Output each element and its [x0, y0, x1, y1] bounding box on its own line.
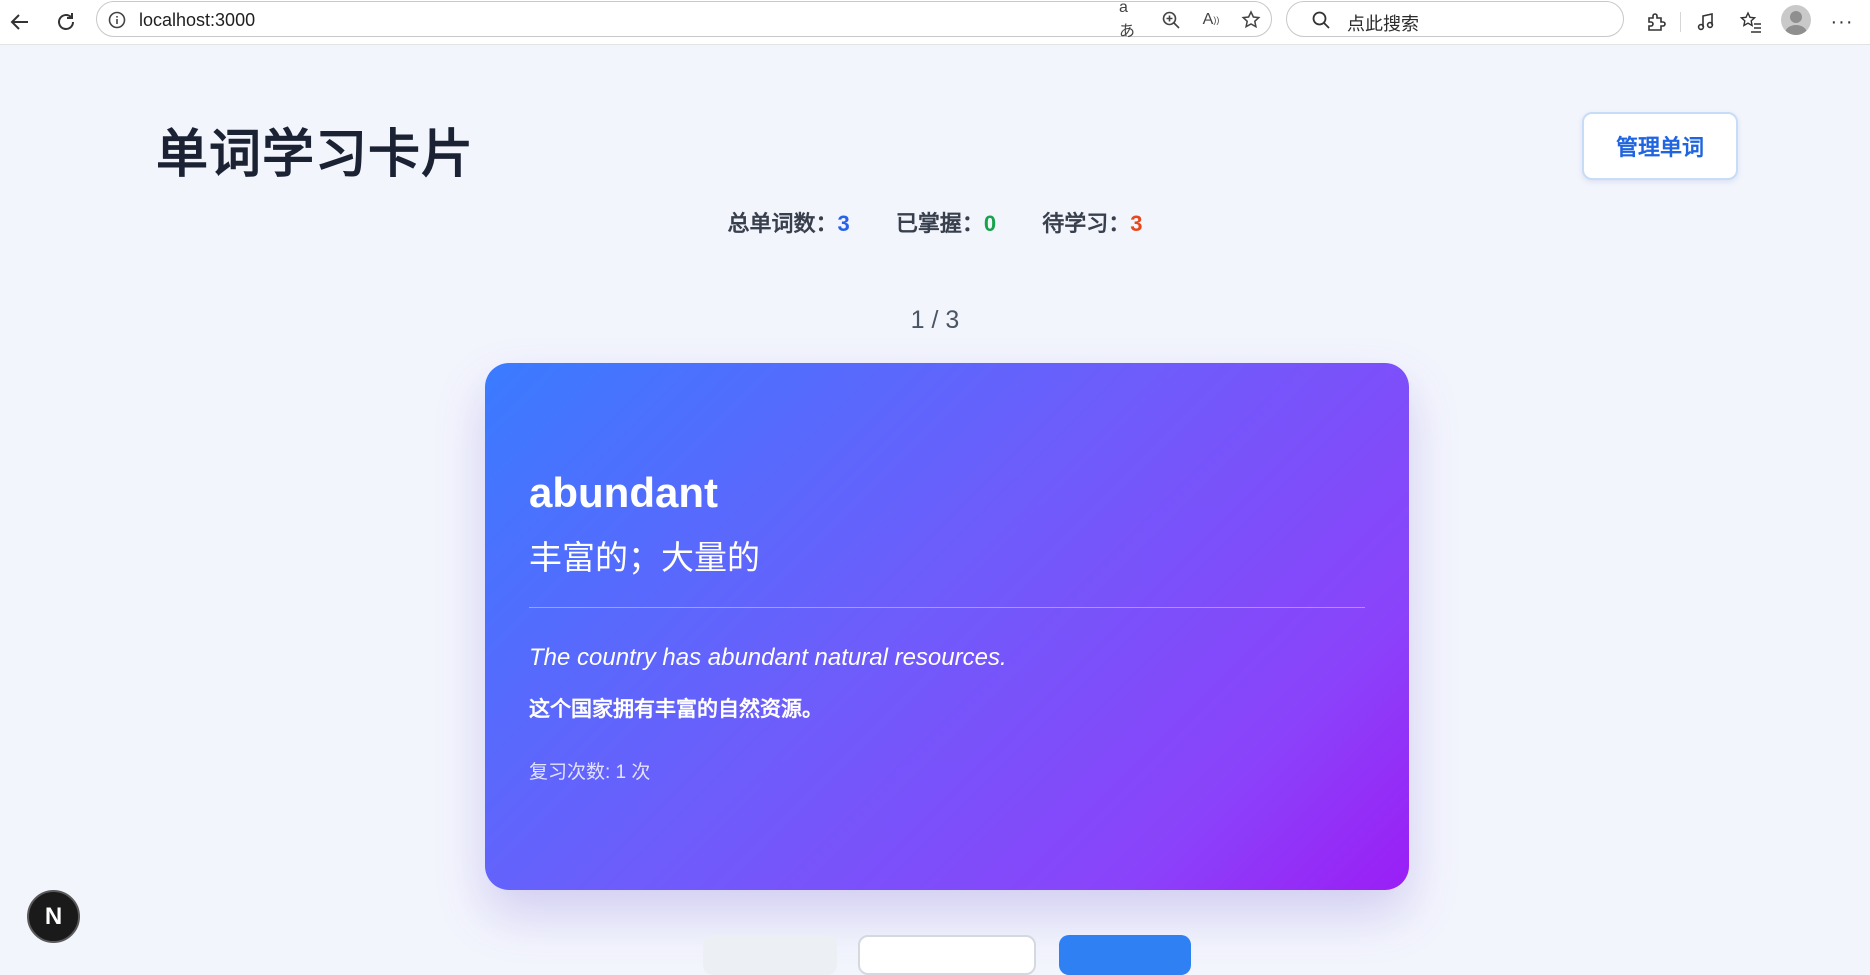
stats-bar: 总单词数：3 已掌握：0 待学习：3	[0, 206, 1870, 238]
translate-icon[interactable]: aあ	[1119, 0, 1143, 40]
zoom-icon[interactable]	[1159, 8, 1183, 32]
card-review-count: 复习次数: 1 次	[529, 762, 651, 783]
stat-total-label: 总单词数：	[727, 211, 838, 236]
manage-words-button[interactable]: 管理单词	[1582, 112, 1738, 180]
address-bar[interactable]: localhost:3000 aあ A))	[96, 0, 1272, 40]
card-word: abundant	[529, 469, 718, 516]
stat-total: 总单词数：3	[727, 206, 849, 238]
page-title: 单词学习卡片	[156, 126, 475, 184]
stat-mastered-label: 已掌握：	[895, 211, 984, 236]
back-button[interactable]	[4, 6, 36, 38]
back-arrow-icon	[10, 14, 28, 30]
music-note-icon	[1697, 13, 1714, 31]
reload-icon	[58, 13, 74, 30]
stat-pending-value: 3	[1130, 211, 1143, 236]
card-example-translation: 这个国家拥有丰富的自然资源。	[529, 698, 823, 721]
favorites-list-icon	[1739, 11, 1761, 33]
favorites-button[interactable]	[1735, 6, 1767, 38]
next-button[interactable]	[1059, 935, 1191, 975]
browser-toolbar: localhost:3000 aあ A)) 点此搜索 ···	[0, 0, 1870, 45]
flashcard[interactable]: abundant 丰富的；大量的 The country has abundan…	[485, 363, 1409, 890]
search-placeholder: 点此搜索	[1347, 14, 1419, 34]
card-divider	[529, 607, 1365, 608]
media-control-button[interactable]	[1690, 6, 1722, 38]
profile-avatar[interactable]	[1781, 5, 1811, 35]
stat-total-value: 3	[837, 211, 850, 236]
card-meaning: 丰富的；大量的	[529, 539, 760, 576]
previous-button[interactable]	[703, 935, 837, 975]
stat-pending-label: 待学习：	[1042, 211, 1131, 236]
flip-card-button[interactable]	[858, 935, 1036, 975]
nextjs-dev-badge[interactable]: N	[27, 890, 80, 943]
search-icon	[1309, 8, 1333, 32]
browser-search-box[interactable]: 点此搜索	[1286, 1, 1624, 37]
toolbar-separator	[1680, 12, 1681, 32]
card-example: The country has abundant natural resourc…	[529, 644, 1007, 671]
puzzle-icon	[1648, 13, 1666, 31]
url-text: localhost:3000	[139, 10, 256, 30]
stat-mastered: 已掌握：0	[896, 206, 996, 238]
extensions-button[interactable]	[1640, 6, 1672, 38]
stat-mastered-value: 0	[983, 211, 997, 236]
card-progress: 1 / 3	[910, 306, 960, 334]
favorite-star-icon[interactable]	[1239, 8, 1263, 32]
read-aloud-icon[interactable]: A))	[1199, 8, 1223, 32]
stat-pending: 待学习：3	[1042, 206, 1142, 238]
site-info-icon[interactable]	[105, 8, 129, 32]
reload-button[interactable]	[50, 6, 82, 38]
more-menu-icon[interactable]: ···	[1826, 6, 1858, 38]
